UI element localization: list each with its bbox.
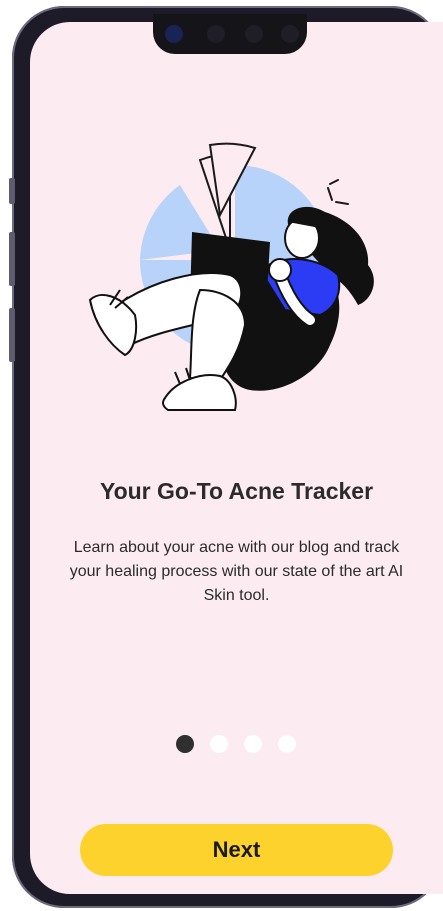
sensor-dot — [207, 25, 225, 43]
lower-shoe — [162, 374, 237, 411]
phone-mute-switch — [9, 178, 15, 204]
sensor-dot — [281, 25, 299, 43]
front-camera-lens — [165, 25, 183, 43]
sensor-dot — [245, 25, 263, 43]
page-dot-1[interactable] — [176, 735, 194, 753]
page-dot-3[interactable] — [244, 735, 262, 753]
next-button[interactable]: Next — [80, 824, 393, 876]
phone-volume-up — [9, 232, 15, 286]
page-indicator — [176, 735, 296, 753]
hand — [268, 258, 292, 282]
motion-lines — [327, 179, 349, 205]
camera-notch — [153, 14, 307, 54]
onboarding-title: Your Go-To Acne Tracker — [99, 478, 374, 504]
woman-with-laptop-illustration — [88, 142, 374, 411]
page-dot-4[interactable] — [278, 735, 296, 753]
onboarding-description: Learn about your acne with our blog and … — [69, 539, 404, 604]
page-dot-2[interactable] — [210, 735, 228, 753]
phone-volume-down — [9, 308, 15, 362]
